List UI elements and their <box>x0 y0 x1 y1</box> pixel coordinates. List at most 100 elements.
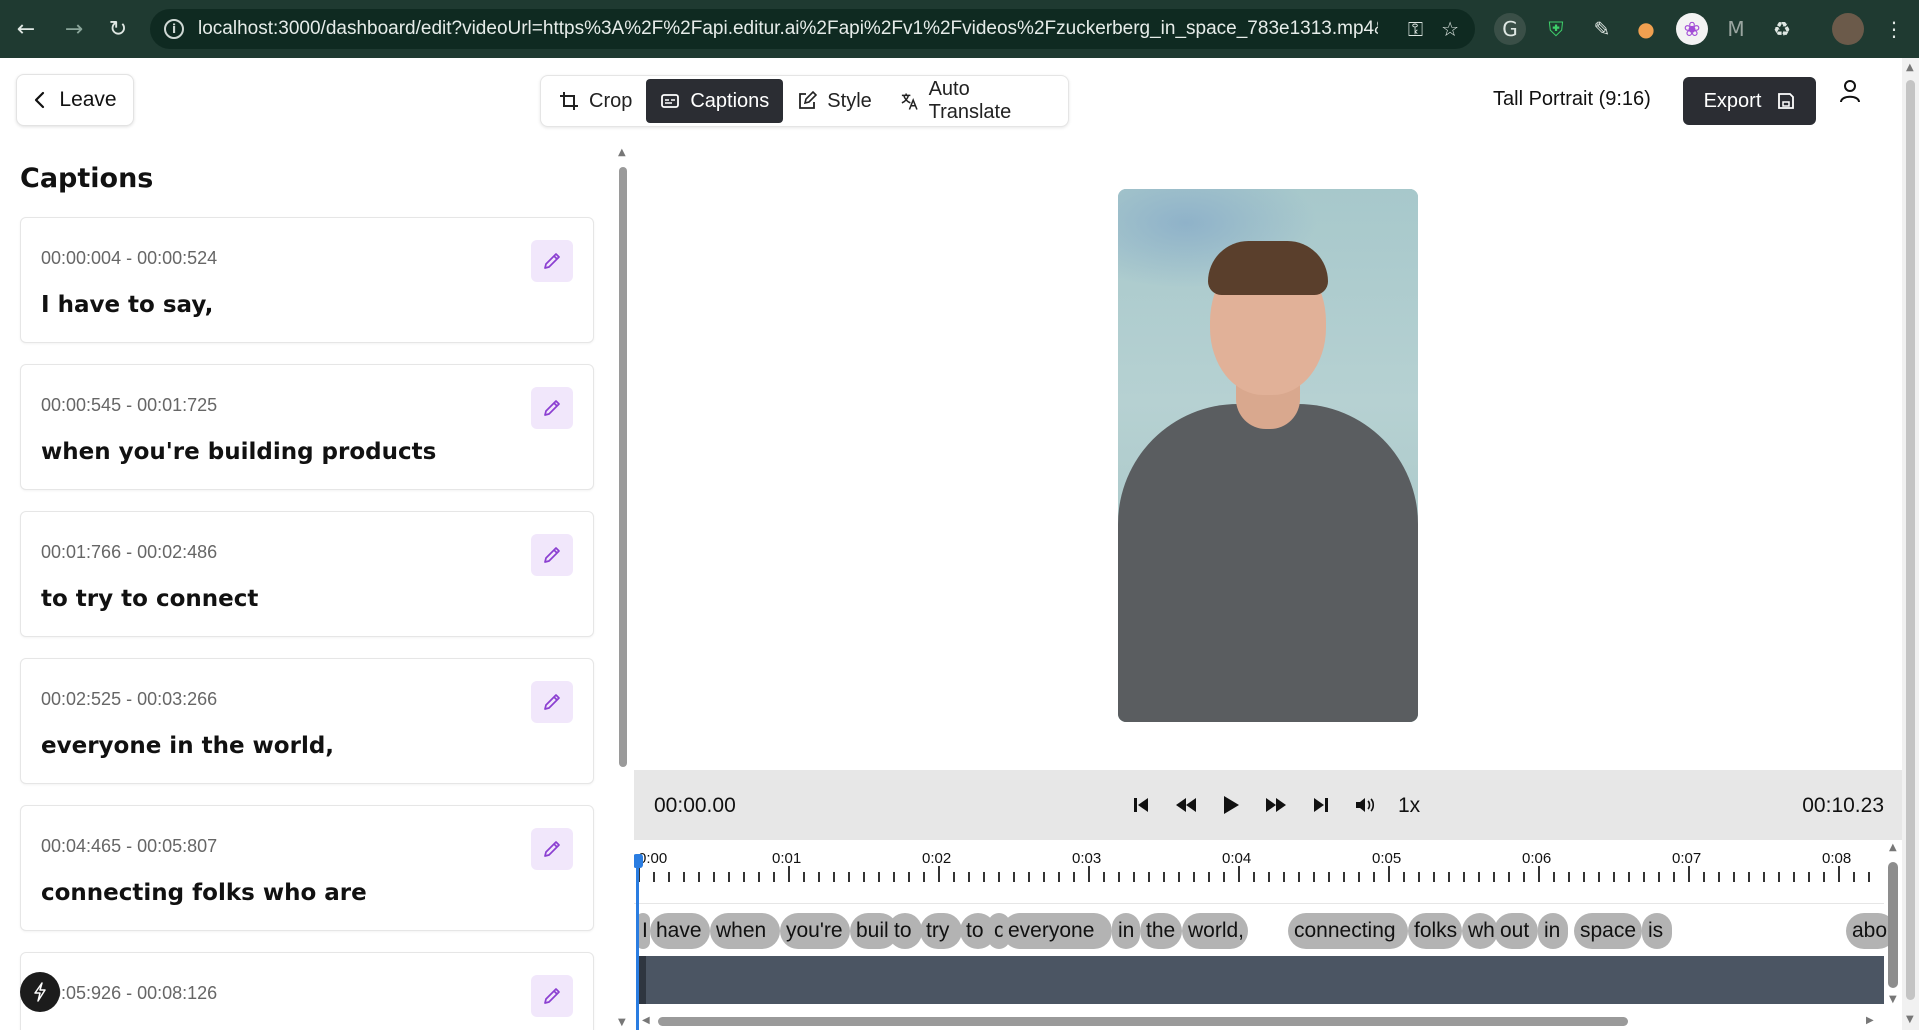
timeline-vertical-scrollbar[interactable]: ▲ ▼ <box>1884 840 1902 1008</box>
caption-card[interactable]: 00:01:766 - 00:02:486 to try to connect <box>20 511 594 637</box>
captions-scroll-thumb[interactable] <box>619 167 627 767</box>
timeline-hscroll-thumb[interactable] <box>658 1017 1628 1026</box>
word-chip[interactable]: the <box>1140 913 1182 949</box>
bookmark-star-icon[interactable]: ☆ <box>1441 17 1459 41</box>
word-chip[interactable]: have <box>650 913 710 949</box>
scroll-up-arrow-icon[interactable]: ▲ <box>1906 62 1914 73</box>
ruler-label: 0:04 <box>1222 850 1252 867</box>
volume-icon[interactable] <box>1350 790 1380 820</box>
scroll-down-arrow-icon[interactable]: ▼ <box>618 1017 626 1028</box>
ruler-tick <box>1628 872 1630 882</box>
drop-extension-icon[interactable]: ● <box>1630 13 1662 45</box>
reload-icon[interactable]: ↻ <box>96 7 140 51</box>
scroll-down-arrow-icon[interactable]: ▼ <box>1889 994 1897 1005</box>
scroll-left-arrow-icon[interactable]: ◀ <box>642 1015 650 1026</box>
word-chip[interactable]: world, <box>1182 913 1248 949</box>
rewind-icon[interactable] <box>1171 790 1201 820</box>
user-icon[interactable] <box>1838 78 1862 104</box>
skip-to-start-icon[interactable] <box>1126 790 1156 820</box>
ruler-tick <box>728 872 730 882</box>
export-label: Export <box>1703 89 1762 112</box>
url-text[interactable]: localhost:3000/dashboard/edit?videoUrl=h… <box>198 18 1378 40</box>
playhead[interactable] <box>636 854 639 1030</box>
edit-caption-button[interactable] <box>531 828 573 870</box>
ruler-tick <box>1838 866 1840 882</box>
tab-crop[interactable]: Crop <box>545 79 646 123</box>
word-chip[interactable]: connecting <box>1288 913 1408 949</box>
brain-extension-icon[interactable]: ❀ <box>1676 13 1708 45</box>
browser-menu-icon[interactable]: ⋮ <box>1878 13 1910 45</box>
tab-auto-translate[interactable]: Auto Translate <box>886 78 1064 123</box>
playhead-handle[interactable] <box>634 854 643 868</box>
word-chip[interactable]: wh <box>1462 913 1498 949</box>
ruler-tick <box>968 872 970 882</box>
extensions-puzzle-icon[interactable]: ♻ <box>1766 13 1798 45</box>
forward-icon[interactable]: → <box>52 7 96 51</box>
scroll-down-arrow-icon[interactable]: ▼ <box>1906 1014 1914 1025</box>
profile-avatar[interactable] <box>1832 13 1864 45</box>
scroll-right-arrow-icon[interactable]: ▶ <box>1866 1015 1874 1026</box>
video-track[interactable] <box>638 956 1884 1004</box>
aspect-ratio-selector[interactable]: Tall Portrait (9:16) <box>1493 88 1651 111</box>
ruler-tick <box>803 872 805 882</box>
fast-forward-icon[interactable] <box>1261 790 1291 820</box>
timeline-vscroll-thumb[interactable] <box>1888 862 1898 988</box>
video-preview[interactable] <box>1118 189 1418 722</box>
edit-caption-button[interactable] <box>531 534 573 576</box>
tab-style[interactable]: Style <box>783 79 885 123</box>
pen-extension-icon[interactable]: ✎ <box>1586 13 1618 45</box>
skip-to-end-icon[interactable] <box>1306 790 1336 820</box>
word-chip[interactable]: folks <box>1408 913 1462 949</box>
grammarly-extension-icon[interactable]: G <box>1494 13 1526 45</box>
ruler-tick <box>1028 872 1030 882</box>
edit-caption-button[interactable] <box>531 240 573 282</box>
site-info-icon[interactable]: i <box>164 19 184 39</box>
word-chip[interactable]: in <box>1112 913 1140 949</box>
word-chip[interactable]: in <box>1538 913 1568 949</box>
ruler-tick <box>1253 872 1255 882</box>
ruler-tick <box>923 872 925 882</box>
scroll-up-arrow-icon[interactable]: ▲ <box>1889 842 1897 853</box>
word-chip[interactable]: you're <box>780 913 850 949</box>
time-ruler[interactable]: 0:00 0:01 0:02 0:03 0:04 0:05 0:06 0:07 … <box>634 840 1884 904</box>
edit-caption-button[interactable] <box>531 975 573 1017</box>
browser-toolbar: ← → ↻ i localhost:3000/dashboard/edit?vi… <box>0 0 1919 58</box>
word-chip[interactable]: to <box>888 913 922 949</box>
address-bar[interactable]: i localhost:3000/dashboard/edit?videoUrl… <box>150 9 1475 49</box>
play-icon[interactable] <box>1216 790 1246 820</box>
ruler-tick <box>1133 872 1135 882</box>
track-handle[interactable] <box>638 956 646 1004</box>
m-extension-icon[interactable]: M <box>1720 13 1752 45</box>
leave-button[interactable]: Leave <box>16 74 134 126</box>
page-scrollbar[interactable]: ▲ ▼ <box>1902 58 1919 1030</box>
edit-caption-button[interactable] <box>531 387 573 429</box>
word-chip[interactable]: is <box>1642 913 1672 949</box>
timeline-horizontal-scrollbar[interactable]: ◀ ▶ <box>640 1012 1880 1030</box>
scroll-up-arrow-icon[interactable]: ▲ <box>618 147 626 158</box>
word-chip[interactable]: everyone <box>1002 913 1112 949</box>
timeline[interactable]: 0:00 0:01 0:02 0:03 0:04 0:05 0:06 0:07 … <box>634 840 1902 1030</box>
word-chip[interactable]: space <box>1574 913 1642 949</box>
word-chip[interactable]: when <box>710 913 780 949</box>
password-key-icon[interactable]: ⚿ <box>1408 17 1423 41</box>
captions-scrollbar[interactable]: ▲ ▼ <box>616 147 630 1030</box>
playback-speed[interactable]: 1x <box>1398 794 1420 818</box>
ruler-tick <box>1658 872 1660 882</box>
lightning-bolt-icon[interactable] <box>20 972 60 1012</box>
ruler-tick <box>1733 872 1735 882</box>
tab-captions[interactable]: Captions <box>646 79 784 123</box>
caption-card[interactable]: 00:05:926 - 00:08:126 <box>20 952 594 1030</box>
edit-caption-button[interactable] <box>531 681 573 723</box>
page-scroll-thumb[interactable] <box>1906 80 1915 1000</box>
pencil-icon <box>544 400 560 416</box>
caption-card[interactable]: 00:00:004 - 00:00:524 I have to say, <box>20 217 594 343</box>
export-button[interactable]: Export <box>1683 77 1816 125</box>
caption-card[interactable]: 00:04:465 - 00:05:807 connecting folks w… <box>20 805 594 931</box>
captions-panel: Captions 00:00:004 - 00:00:524 I have to… <box>0 143 620 1030</box>
shield-extension-icon[interactable]: ⛨ <box>1540 13 1572 45</box>
word-chip[interactable]: out <box>1494 913 1538 949</box>
caption-card[interactable]: 00:00:545 - 00:01:725 when you're buildi… <box>20 364 594 490</box>
caption-card[interactable]: 00:02:525 - 00:03:266 everyone in the wo… <box>20 658 594 784</box>
back-icon[interactable]: ← <box>4 7 48 51</box>
word-chip[interactable]: try <box>920 913 962 949</box>
